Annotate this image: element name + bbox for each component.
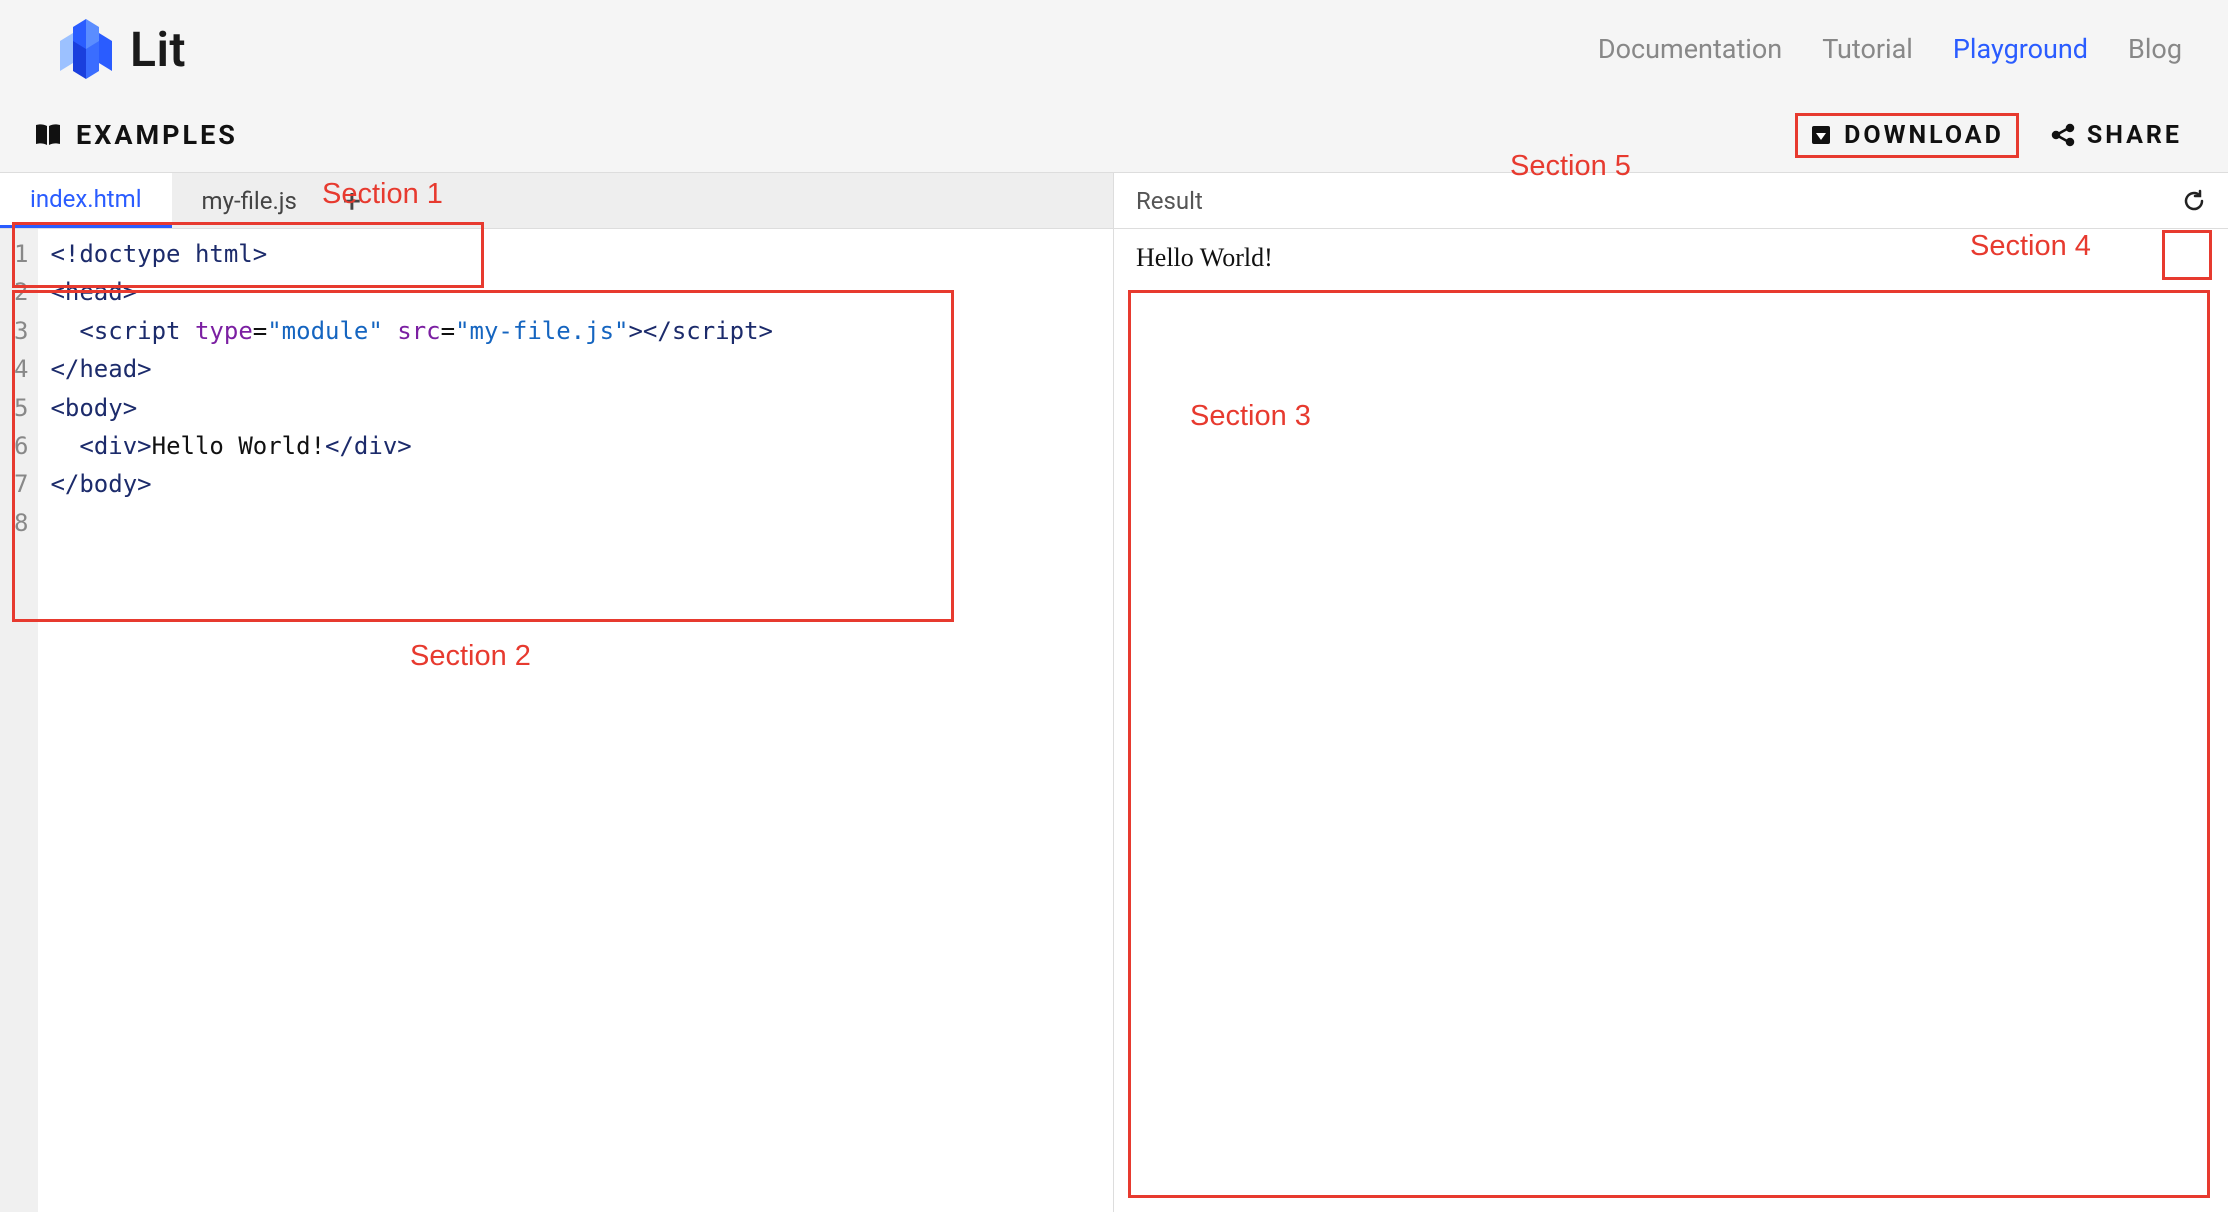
result-header: Result xyxy=(1114,173,2228,229)
lit-logo-icon xyxy=(60,19,112,79)
tab-index-html[interactable]: index.html xyxy=(0,173,172,228)
download-button[interactable]: DOWNLOAD xyxy=(1795,113,2019,158)
brand[interactable]: Lit xyxy=(60,19,186,79)
nav-links: Documentation Tutorial Playground Blog xyxy=(1598,33,2182,65)
code-content[interactable]: <!doctype html> <head> <script type="mod… xyxy=(38,229,785,1212)
result-output: Hello World! xyxy=(1114,229,2228,1212)
download-label: DOWNLOAD xyxy=(1844,121,2004,150)
tab-my-file-js[interactable]: my-file.js xyxy=(172,173,327,228)
share-icon xyxy=(2051,123,2075,147)
brand-name: Lit xyxy=(130,21,186,78)
top-nav: Lit Documentation Tutorial Playground Bl… xyxy=(0,0,2228,98)
share-label: SHARE xyxy=(2087,121,2182,150)
nav-tutorial[interactable]: Tutorial xyxy=(1822,33,1913,65)
examples-button[interactable]: EXAMPLES xyxy=(34,119,238,151)
download-icon xyxy=(1810,124,1832,146)
examples-label: EXAMPLES xyxy=(76,119,238,151)
add-file-button[interactable]: + xyxy=(327,182,377,220)
nav-blog[interactable]: Blog xyxy=(2128,33,2182,65)
file-tabbar: index.html my-file.js + xyxy=(0,173,1113,229)
editor-pane: index.html my-file.js + 12345678 <!docty… xyxy=(0,173,1114,1212)
line-gutter: 12345678 xyxy=(0,229,38,1212)
nav-documentation[interactable]: Documentation xyxy=(1598,33,1782,65)
result-pane: Result Hello World! xyxy=(1114,173,2228,1212)
main-split: index.html my-file.js + 12345678 <!docty… xyxy=(0,172,2228,1212)
share-button[interactable]: SHARE xyxy=(2039,113,2194,158)
plus-icon: + xyxy=(343,182,361,220)
reload-icon xyxy=(2182,189,2206,213)
toolbar: EXAMPLES DOWNLOAD SHARE xyxy=(0,98,2228,172)
reload-button[interactable] xyxy=(2182,189,2206,213)
result-label: Result xyxy=(1136,187,1203,215)
book-icon xyxy=(34,123,62,147)
nav-playground[interactable]: Playground xyxy=(1953,33,2088,65)
code-editor[interactable]: 12345678 <!doctype html> <head> <script … xyxy=(0,229,1113,1212)
